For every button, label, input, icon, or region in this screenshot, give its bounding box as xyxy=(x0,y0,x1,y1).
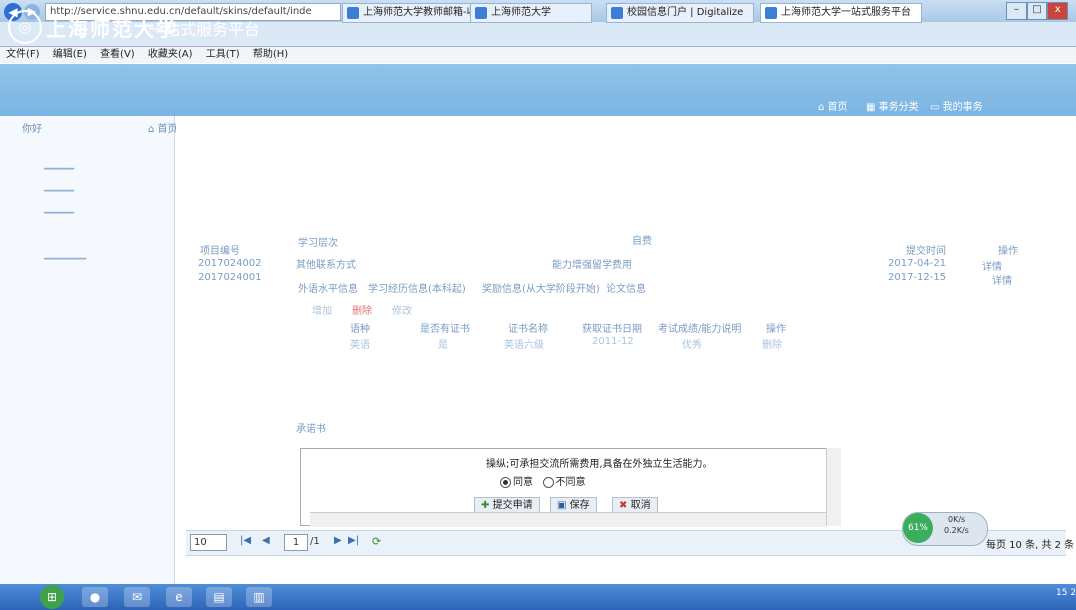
first-page-icon[interactable]: |◀ xyxy=(240,535,251,546)
app-icon[interactable]: ● xyxy=(82,587,108,607)
label-study-level: 学习层次 xyxy=(298,238,338,249)
row-date-1: 2017-04-21 xyxy=(888,258,947,269)
pagination-info: 每页 10 条, 共 2 条 xyxy=(986,540,1075,551)
disagree-radio[interactable]: 不同意 xyxy=(542,476,586,488)
menu-tools[interactable]: 工具(T) xyxy=(206,49,240,60)
nav-categories[interactable]: ▦ 事务分类 xyxy=(866,98,919,113)
tab-shnu[interactable]: 上海师范大学 xyxy=(470,3,592,23)
prev-page-icon[interactable]: ◀ xyxy=(262,535,270,546)
upload-speed: 0K/s xyxy=(948,515,966,524)
sidebar-item[interactable]: ━━━━━ xyxy=(44,164,74,175)
tab-awards[interactable]: 奖励信息(从大学阶段开始) xyxy=(482,280,600,295)
sidebar-item[interactable]: ━━━━━ xyxy=(44,186,74,197)
university-logo: ◎ xyxy=(8,10,42,44)
col-op: 操作 xyxy=(766,324,786,335)
tab-study-history[interactable]: 学习经历信息(本科起) xyxy=(368,280,466,295)
globe-icon xyxy=(611,7,623,19)
save-icon: ▣ xyxy=(557,500,567,511)
col-cert-name: 证书名称 xyxy=(508,324,548,335)
label-study-cost: 能力增强留学费用 xyxy=(552,260,632,271)
mail-icon xyxy=(347,7,359,19)
folder-icon[interactable]: ▤ xyxy=(206,587,232,607)
nav-home[interactable]: ⌂ 首页 xyxy=(818,98,848,113)
minimize-button[interactable]: – xyxy=(1006,2,1027,20)
folder-icon: ▭ xyxy=(930,102,940,113)
sidebar xyxy=(0,116,175,584)
maximize-button[interactable]: □ xyxy=(1026,2,1048,20)
cell-cert-date: 2011-12 xyxy=(592,336,634,347)
document-icon[interactable]: ▥ xyxy=(246,587,272,607)
page-number-input[interactable]: 1 xyxy=(284,534,308,551)
label-self-paid: 自费 xyxy=(632,236,652,247)
menu-bar: 文件(F) 编辑(E) 查看(V) 收藏夹(A) 工具(T) 帮助(H) xyxy=(0,47,1076,63)
delete-button[interactable]: 删除 xyxy=(352,302,372,317)
download-speed: 0.2K/s xyxy=(944,526,969,535)
user-greeting: 你好 xyxy=(22,124,42,135)
globe-icon xyxy=(765,7,777,19)
site-subtitle: 一站式服务平台 xyxy=(148,20,261,39)
declaration-title: 承诺书 xyxy=(296,424,326,435)
network-percent: 61% xyxy=(903,513,933,543)
grid-icon: ▦ xyxy=(866,102,876,113)
refresh-icon[interactable]: ⟳ xyxy=(372,535,381,548)
tab-language[interactable]: 外语水平信息 xyxy=(298,280,358,295)
col-operation: 操作 xyxy=(998,246,1018,257)
menu-edit[interactable]: 编辑(E) xyxy=(53,49,87,60)
cell-delete-link[interactable]: 删除 xyxy=(762,336,782,351)
agree-radio[interactable]: 同意 xyxy=(500,476,533,488)
col-language: 语种 xyxy=(350,324,370,335)
radio-unchecked-icon xyxy=(542,476,554,488)
declaration-text: 操纵;可承担交流所需费用,具备在外独立生活能力。 xyxy=(486,459,713,470)
page-size-select[interactable]: 10 xyxy=(190,534,227,551)
col-submit-time: 提交时间 xyxy=(906,246,946,257)
home-icon: ⌂ xyxy=(818,102,825,113)
chat-icon[interactable]: ✉ xyxy=(124,587,150,607)
tab-papers[interactable]: 论文信息 xyxy=(606,280,646,295)
nav-my-affairs[interactable]: ▭ 我的事务 xyxy=(930,98,983,113)
clock: 15 201 xyxy=(1056,588,1076,598)
cell-has-cert: 是 xyxy=(438,340,448,351)
sidebar-item[interactable]: ━━━━━ xyxy=(44,208,74,219)
last-page-icon[interactable]: ▶| xyxy=(348,535,359,546)
col-cert-date: 获取证书日期 xyxy=(582,324,642,335)
next-page-icon[interactable]: ▶ xyxy=(334,535,342,546)
col-has-cert: 是否有证书 xyxy=(420,324,470,335)
row-id-2: 2017024001 xyxy=(198,272,262,283)
close-button[interactable]: x xyxy=(1047,2,1069,20)
detail-link-2[interactable]: 详情 xyxy=(992,272,1012,287)
col-score: 考试成绩/能力说明 xyxy=(658,324,742,335)
vertical-scrollbar[interactable] xyxy=(826,448,841,526)
cell-cert-name: 英语六级 xyxy=(504,340,544,351)
label-other-contact: 其他联系方式 xyxy=(296,260,356,271)
row-date-2: 2017-12-15 xyxy=(888,272,947,283)
window-controls: – □ x xyxy=(1006,2,1069,20)
sidebar-home[interactable]: ⌂ 首页 xyxy=(148,120,178,135)
sidebar-item[interactable]: ━━━━━━━ xyxy=(44,254,86,265)
ie-icon[interactable]: e xyxy=(166,587,192,607)
add-button[interactable]: 增加 xyxy=(312,302,332,317)
radio-checked-icon xyxy=(500,476,511,488)
label-project-id: 项目编号 xyxy=(200,246,240,257)
tab-service-platform[interactable]: 上海师范大学一站式服务平台 xyxy=(760,3,922,23)
taskbar xyxy=(0,584,1076,610)
menu-favorites[interactable]: 收藏夹(A) xyxy=(148,49,193,60)
menu-file[interactable]: 文件(F) xyxy=(6,49,40,60)
tab-mail[interactable]: 上海师范大学教师邮箱-收件箱 xyxy=(342,3,482,23)
row-id-1: 2017024002 xyxy=(198,258,262,269)
cancel-icon: ✖ xyxy=(619,500,628,511)
menu-help[interactable]: 帮助(H) xyxy=(253,49,288,60)
start-icon[interactable]: ⊞ xyxy=(40,585,64,609)
cell-language: 英语 xyxy=(350,340,370,351)
cell-score: 优秀 xyxy=(682,340,702,351)
tab-portal[interactable]: 校园信息门户 | Digitalize xyxy=(606,3,754,23)
globe-icon xyxy=(475,7,487,19)
home-icon: ⌂ xyxy=(148,124,155,135)
horizontal-scrollbar[interactable] xyxy=(310,512,826,527)
edit-button[interactable]: 修改 xyxy=(392,302,412,317)
submit-icon: ✚ xyxy=(481,500,490,511)
menu-view[interactable]: 查看(V) xyxy=(100,49,135,60)
detail-link-1[interactable]: 详情 xyxy=(982,258,1002,273)
page-total: /1 xyxy=(310,536,320,547)
agree-radio-group: 同意 不同意 xyxy=(500,473,586,488)
